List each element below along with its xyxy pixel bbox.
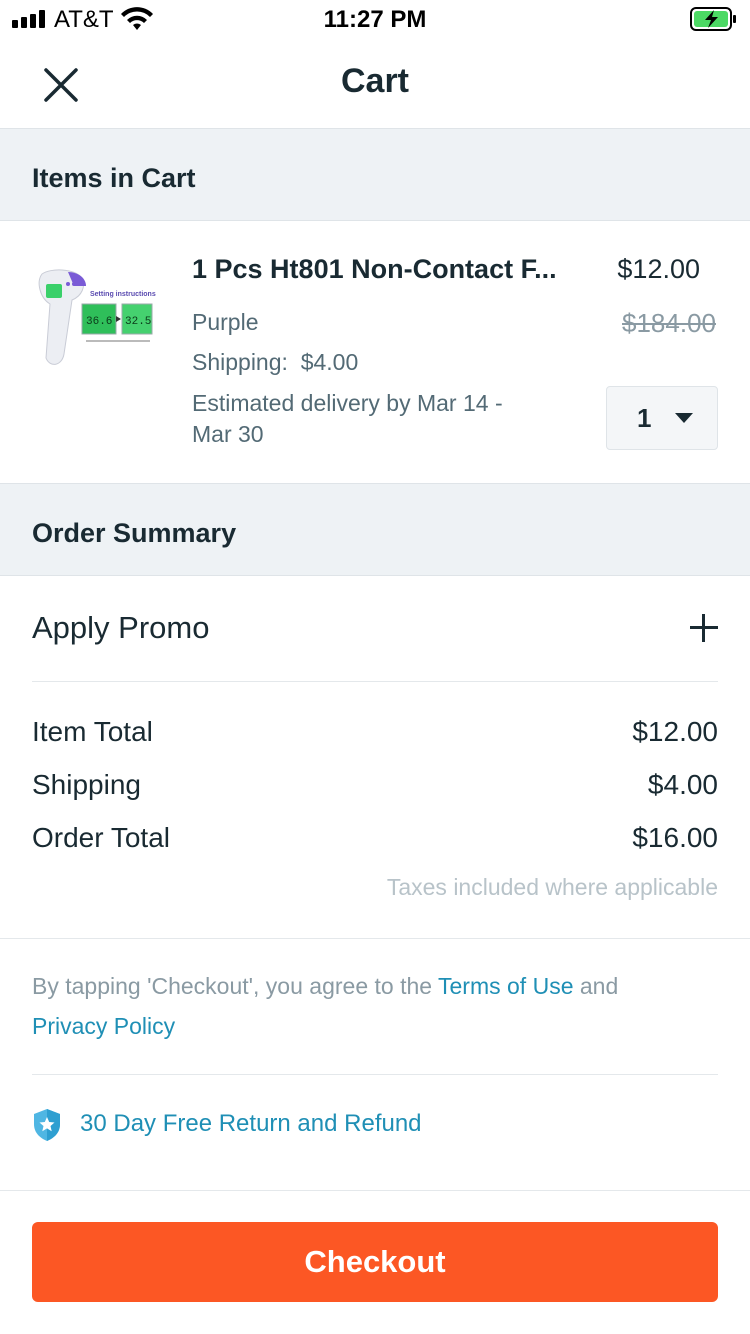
item-shipping-label: Shipping: [192,349,288,375]
item-delivery-line2: Mar 30 [192,421,264,447]
quantity-select[interactable]: 1 [606,386,718,450]
summary-label: Shipping [32,769,141,800]
quantity-value: 1 [637,403,652,433]
item-price: $12.00 [617,254,700,284]
apply-promo-label: Apply Promo [32,610,210,645]
summary-label: Item Total [32,716,153,747]
terms-prefix: By tapping 'Checkout', you agree to the [32,973,439,999]
privacy-policy-link[interactable]: Privacy Policy [32,1013,175,1039]
summary-value: $12.00 [632,716,718,747]
item-variant: Purple [192,309,259,335]
item-shipping-value: $4.00 [300,349,359,375]
summary-value: $16.00 [632,822,718,853]
chevron-down-icon [675,413,693,423]
product-image-caption: Setting instructions [90,291,156,298]
return-refund-guarantee[interactable]: 30 Day Free Return and Refund [32,1106,718,1146]
divider [32,1074,718,1075]
order-summary-header: Order Summary [0,483,750,576]
item-shipping: Shipping: $4.00 [192,349,358,376]
divider [0,1190,750,1191]
product-image-reading-left: 36.6 [86,316,112,328]
shield-star-icon [34,1109,60,1141]
clock: 11:27 PM [323,6,427,33]
product-image[interactable]: Setting instructions 36.6 32.5 [30,262,160,382]
summary-label: Order Total [32,822,170,853]
summary-value: $4.00 [647,769,718,800]
status-bar: AT&T 11:27 PM [0,0,750,40]
plus-icon[interactable] [690,614,718,642]
apply-promo-row[interactable]: Apply Promo [32,576,718,682]
divider [0,938,750,939]
item-title[interactable]: 1 Pcs Ht801 Non-Contact F... [192,254,582,285]
nav-bar: Cart [0,40,750,128]
product-image-reading-right: 32.5 [125,316,151,328]
terms-text: By tapping 'Checkout', you agree to the … [32,966,718,1046]
items-in-cart-header: Items in Cart [0,128,750,221]
return-refund-text: 30 Day Free Return and Refund [80,1110,422,1137]
summary-row-shipping: Shipping $4.00 [32,769,718,809]
battery-charging-icon [690,7,736,31]
item-original-price: $184.00 [622,308,716,338]
summary-row-order-total: Order Total $16.00 [32,822,718,862]
page-title: Cart [340,62,410,100]
item-delivery-line1: Estimated delivery by Mar 14 - [192,390,503,416]
items-in-cart-title: Items in Cart [32,163,196,193]
taxes-note: Taxes included where applicable [386,874,718,900]
summary-row-item-total: Item Total $12.00 [32,716,718,756]
terms-middle: and [573,973,619,999]
order-summary-title: Order Summary [32,518,237,548]
terms-of-use-link[interactable]: Terms of Use [438,973,573,999]
checkout-button[interactable]: Checkout [32,1222,718,1302]
